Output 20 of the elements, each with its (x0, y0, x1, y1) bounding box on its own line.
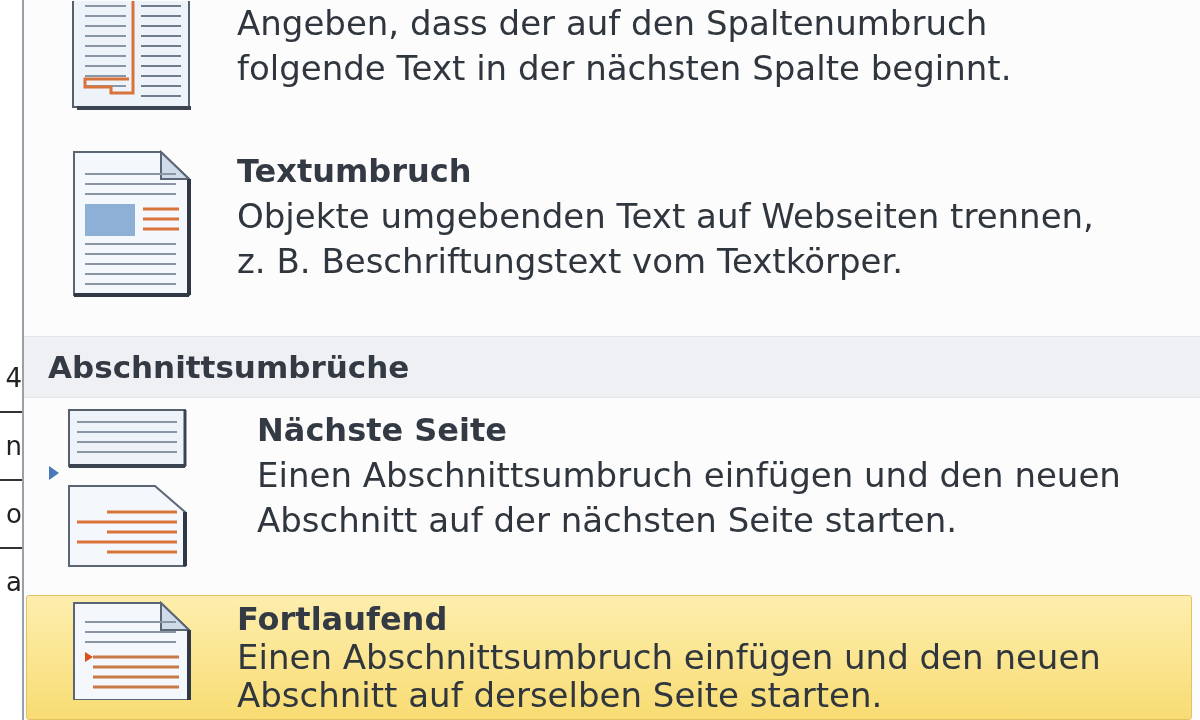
column-break-icon (71, 1, 193, 111)
item-title: Nächste Seite (257, 410, 509, 451)
menu-item[interactable]: Angeben, dass der auf den Spaltenumbruch folgende Text in der nächsten Spalte beginnt. (26, 0, 1192, 114)
document-text: n (5, 433, 22, 459)
item-description: Angeben, dass der auf den Spaltenumbruch folgende Text in der nächsten Spalte beginnt. (237, 2, 1013, 90)
menu-item[interactable]: Nächste Seite Einen Abschnittsumbruch einfügen und den neuen Abschnitt auf der nächsten Seite starten. (26, 398, 1192, 589)
item-title: Fortlaufend (237, 600, 449, 638)
item-description: Einen Abschnittsumbruch einfügen und den neuen Abschnitt auf der nächsten Seite starten. (257, 454, 1122, 542)
menu-item[interactable]: Fortlaufend Einen Abschnittsumbruch einfügen und den neuen Abschnitt auf derselben Seite starten. (26, 595, 1192, 720)
document-text: a (6, 569, 22, 595)
menu-item[interactable]: Textumbruch Objekte umgebenden Text auf Webseiten trennen, z. B. Beschriftungstext vom Textkörper. (26, 114, 1192, 336)
item-title: Textumbruch (237, 151, 473, 192)
section-header: Abschnittsumbrüche (24, 336, 1200, 398)
next-page-icon (47, 408, 187, 568)
document-text: 4 (5, 365, 22, 391)
document-text: o (6, 501, 22, 527)
item-description: Einen Abschnittsumbruch einfügen und den neuen Abschnitt auf derselben Seite starten. (237, 638, 1102, 714)
text-wrap-icon (71, 149, 193, 299)
item-description: Objekte umgebenden Text auf Webseiten trennen, z. B. Beschriftungstext vom Textkörper. (237, 195, 1095, 283)
continuous-icon (71, 600, 193, 700)
